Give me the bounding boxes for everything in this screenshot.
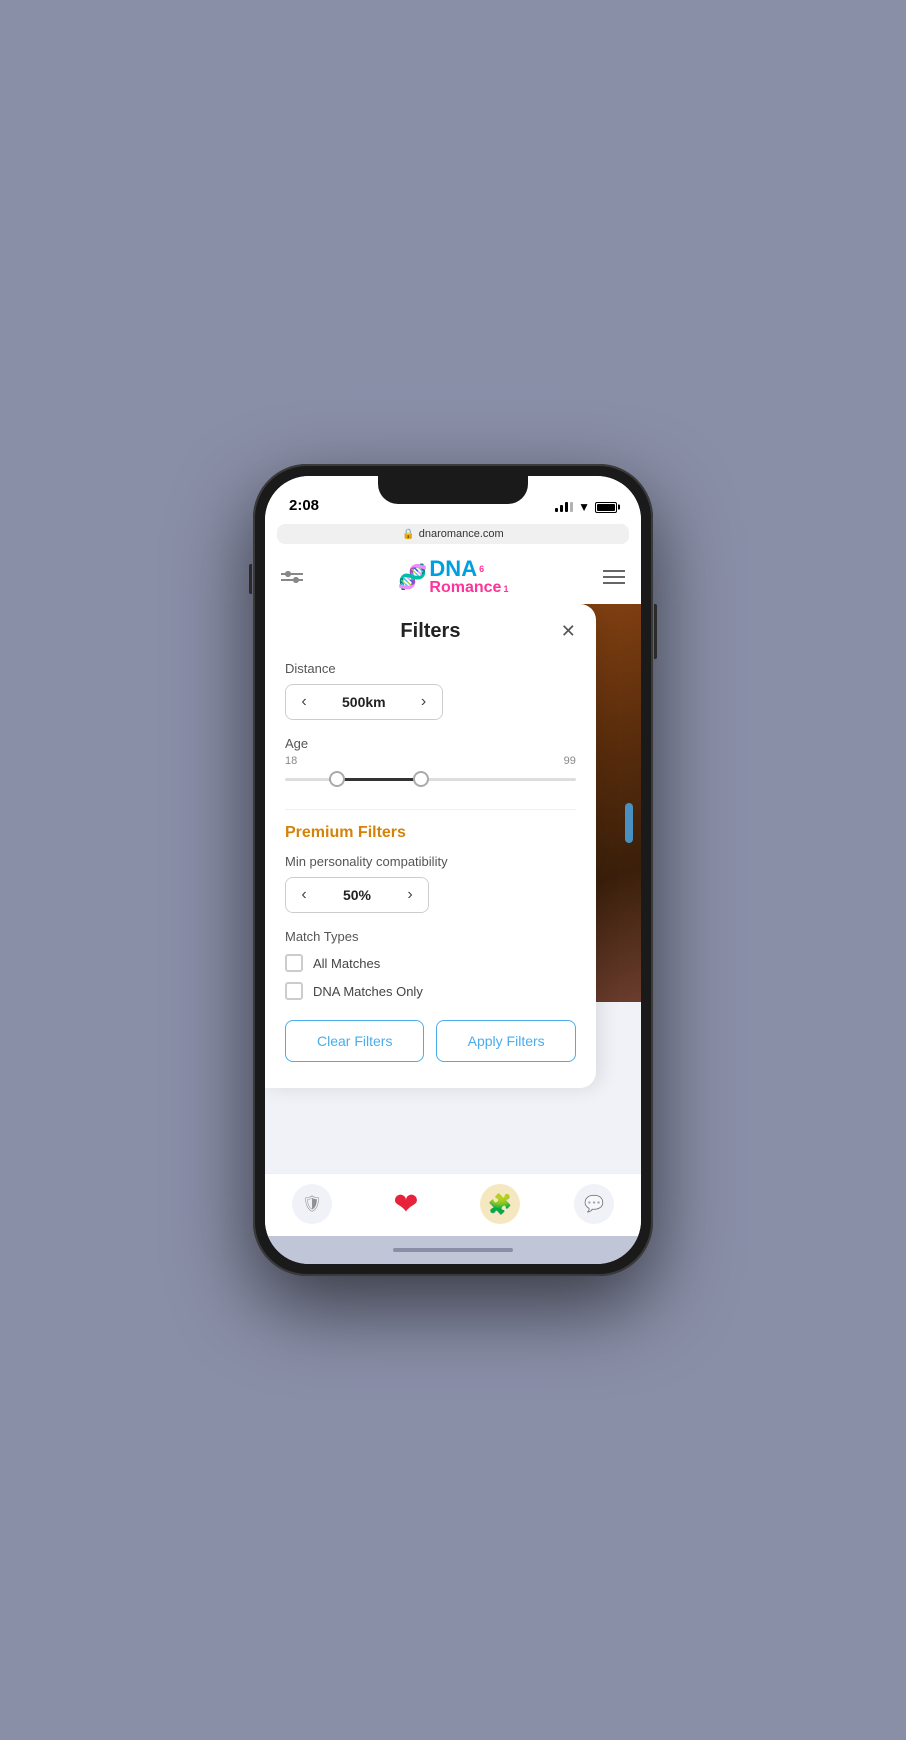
battery-icon bbox=[595, 502, 617, 513]
compat-value: 50% bbox=[322, 887, 392, 903]
puzzle-icon: 🧩 bbox=[480, 1184, 520, 1224]
status-icons: ▼ bbox=[555, 500, 617, 514]
compat-increase-button[interactable]: › bbox=[392, 878, 428, 912]
all-matches-label: All Matches bbox=[313, 956, 380, 971]
close-button[interactable]: ✕ bbox=[552, 621, 576, 642]
heart-icon: ❤ bbox=[386, 1184, 426, 1224]
scroll-indicator bbox=[625, 803, 633, 843]
premium-filters-section: Premium Filters Min personality compatib… bbox=[285, 824, 576, 1000]
dna-helix-icon: 🧬 bbox=[398, 563, 428, 592]
age-section: Age 18 99 bbox=[285, 736, 576, 789]
match-types-label: Match Types bbox=[285, 929, 576, 944]
action-buttons: Clear Filters Apply Filters bbox=[285, 1020, 576, 1062]
age-min-label: 18 bbox=[285, 755, 297, 767]
signal-icon bbox=[555, 502, 573, 512]
logo-dna-text: DNA bbox=[429, 558, 477, 580]
age-min-thumb[interactable] bbox=[329, 771, 345, 787]
filter-header: Filters ✕ bbox=[285, 620, 576, 643]
distance-label: Distance bbox=[285, 661, 576, 676]
compatibility-section: Min personality compatibility ‹ 50% › bbox=[285, 854, 576, 913]
distance-increase-button[interactable]: › bbox=[406, 685, 442, 719]
phone-screen: 2:08 ▼ 🔒 dnaromance.com bbox=[265, 476, 641, 1264]
all-matches-checkbox-item[interactable]: All Matches bbox=[285, 954, 576, 972]
top-nav: 🧬 DNA 6 Romance 1 bbox=[265, 550, 641, 604]
divider bbox=[285, 809, 576, 810]
nav-chat[interactable]: 💬 bbox=[574, 1184, 614, 1224]
age-range-labels: 18 99 bbox=[285, 755, 576, 767]
age-slider[interactable] bbox=[285, 769, 576, 789]
compat-stepper: ‹ 50% › bbox=[285, 877, 429, 913]
dna-matches-label: DNA Matches Only bbox=[313, 984, 423, 999]
filter-panel: Filters ✕ Distance ‹ 500km › Age bbox=[265, 604, 596, 1088]
heart-count-2: 1 bbox=[503, 584, 508, 594]
clear-filters-button[interactable]: Clear Filters bbox=[285, 1020, 424, 1062]
profile-icon: 🛡 bbox=[292, 1184, 332, 1224]
match-types-section: Match Types All Matches DNA Matches Only bbox=[285, 929, 576, 1000]
filter-title: Filters bbox=[309, 620, 552, 643]
dna-matches-checkbox[interactable] bbox=[285, 982, 303, 1000]
heart-count-1: 6 bbox=[479, 565, 484, 574]
hamburger-menu[interactable] bbox=[603, 570, 625, 584]
all-matches-checkbox[interactable] bbox=[285, 954, 303, 972]
distance-value: 500km bbox=[322, 694, 406, 710]
bottom-nav: 🛡 ❤ 🧩 💬 bbox=[265, 1173, 641, 1236]
compat-label: Min personality compatibility bbox=[285, 854, 576, 869]
age-max-thumb[interactable] bbox=[413, 771, 429, 787]
distance-section: Distance ‹ 500km › bbox=[285, 661, 576, 720]
compat-decrease-button[interactable]: ‹ bbox=[286, 878, 322, 912]
distance-decrease-button[interactable]: ‹ bbox=[286, 685, 322, 719]
apply-filters-button[interactable]: Apply Filters bbox=[436, 1020, 575, 1062]
notch bbox=[378, 476, 528, 504]
app-logo: 🧬 DNA 6 Romance 1 bbox=[398, 558, 509, 596]
nav-dna[interactable]: 🧩 bbox=[480, 1184, 520, 1224]
main-content: Filters ✕ Distance ‹ 500km › Age bbox=[265, 604, 641, 1173]
dna-matches-checkbox-item[interactable]: DNA Matches Only bbox=[285, 982, 576, 1000]
lock-icon: 🔒 bbox=[402, 529, 414, 540]
home-indicator bbox=[265, 1236, 641, 1264]
wifi-icon: ▼ bbox=[578, 500, 590, 514]
distance-stepper: ‹ 500km › bbox=[285, 684, 443, 720]
premium-label: Premium Filters bbox=[285, 824, 576, 842]
age-label: Age bbox=[285, 736, 576, 751]
nav-heart[interactable]: ❤ bbox=[386, 1184, 426, 1224]
chat-icon: 💬 bbox=[574, 1184, 614, 1224]
age-max-label: 99 bbox=[564, 755, 576, 767]
phone-frame: 2:08 ▼ 🔒 dnaromance.com bbox=[253, 464, 653, 1276]
filter-icon[interactable] bbox=[281, 573, 303, 581]
url-text: dnaromance.com bbox=[419, 528, 504, 540]
logo-romance-text: Romance bbox=[429, 580, 501, 596]
status-time: 2:08 bbox=[289, 497, 319, 514]
url-bar: 🔒 dnaromance.com bbox=[277, 524, 629, 544]
nav-profile[interactable]: 🛡 bbox=[292, 1184, 332, 1224]
